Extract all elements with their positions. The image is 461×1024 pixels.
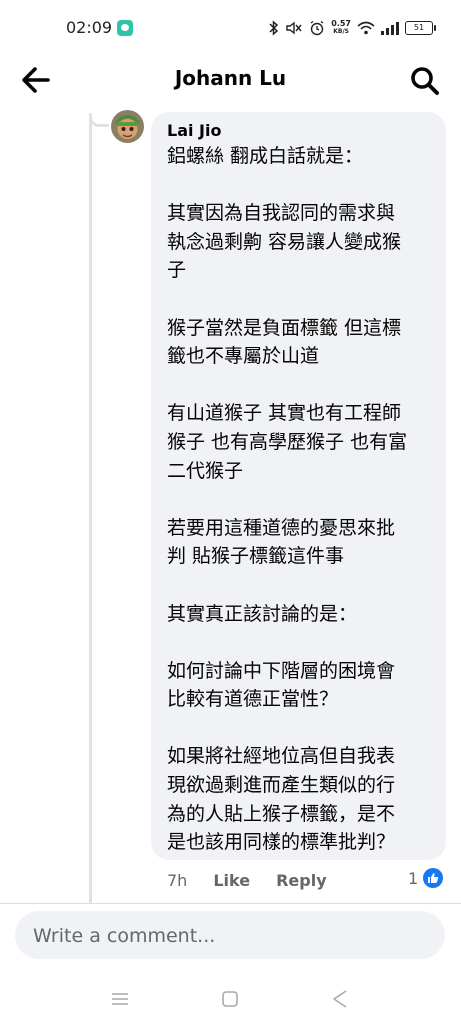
status-time: 02:09 — [66, 18, 113, 37]
mute-icon — [286, 21, 302, 35]
status-bar: 02:09 0.57 KB/S 51 — [0, 0, 461, 52]
system-nav-bar — [0, 975, 461, 1024]
signal-icon — [381, 21, 399, 35]
comment-paragraph: 如何討論中下階層的困境會 比較有道德正當性？ — [167, 659, 396, 711]
thumbs-up-icon — [423, 868, 444, 888]
avatar-image — [111, 110, 144, 143]
network-speed-unit: KB/S — [333, 28, 349, 35]
wifi-icon — [357, 21, 375, 35]
comment-paragraph: 其實因為自我認同的需求與 執念過剩齁 容易讓人變成猴 子 — [167, 202, 402, 282]
like-button[interactable]: Like — [213, 871, 250, 890]
comment-paragraph: 鋁螺絲 翻成白話就是： — [167, 145, 364, 167]
comment-body: 鋁螺絲 翻成白話就是： 其實因為自我認同的需求與 執念過剩齁 容易讓人變成猴 子… — [167, 142, 431, 857]
comment-paragraph: 有山道猴子 其實也有工程師 猴子 也有高學歷猴子 也有富 二代猴子 — [167, 402, 408, 482]
comment-actions: 7h Like Reply — [167, 868, 353, 892]
square-icon — [222, 991, 238, 1007]
comment-paragraph: 若要用這種道德的憂思來批 判 貼猴子標籤這件事 — [167, 516, 396, 568]
thread-connector — [89, 113, 109, 127]
comment-bubble: Lai Jio 鋁螺絲 翻成白話就是： 其實因為自我認同的需求與 執念過剩齁 容… — [151, 112, 446, 860]
network-speed: 0.57 KB/S — [331, 20, 351, 36]
reaction-count: 1 — [408, 868, 419, 888]
alarm-icon — [310, 20, 324, 36]
comment-paragraph: 猴子當然是負面標籤 但這標 籤也不專屬於山道 — [167, 316, 402, 368]
nav-menu-button[interactable] — [108, 987, 132, 1011]
comment-timestamp[interactable]: 7h — [167, 871, 187, 890]
battery-indicator: 51 — [405, 21, 436, 35]
page-title: Johann Lu — [174, 66, 287, 90]
chat-app-icon — [117, 20, 133, 36]
triangle-back-icon — [333, 990, 347, 1008]
network-speed-value: 0.57 — [331, 19, 351, 28]
thread-line — [89, 113, 92, 903]
reaction-summary[interactable]: 1 — [408, 866, 444, 890]
search-icon — [411, 67, 439, 95]
comment-author[interactable]: Lai Jio — [167, 120, 432, 142]
divider — [0, 903, 461, 904]
status-icons: 0.57 KB/S 51 — [269, 16, 436, 40]
comment-input[interactable] — [31, 911, 449, 961]
bluetooth-icon — [269, 20, 279, 36]
nav-home-button[interactable] — [218, 987, 242, 1011]
reply-button[interactable]: Reply — [276, 871, 327, 890]
comment-paragraph: 其實真正該討論的是： — [167, 602, 358, 625]
top-header: Johann Lu — [0, 52, 461, 108]
search-button[interactable] — [408, 64, 442, 98]
comment-composer[interactable] — [15, 911, 449, 961]
avatar[interactable] — [111, 110, 144, 143]
menu-icon — [112, 993, 128, 1005]
nav-back-button[interactable] — [328, 987, 352, 1011]
comment-paragraph: 如果將社經地位高但自我表 現欲過剩進而產生類似的行 為的人貼上猴子標籤，是不 是… — [167, 745, 396, 854]
